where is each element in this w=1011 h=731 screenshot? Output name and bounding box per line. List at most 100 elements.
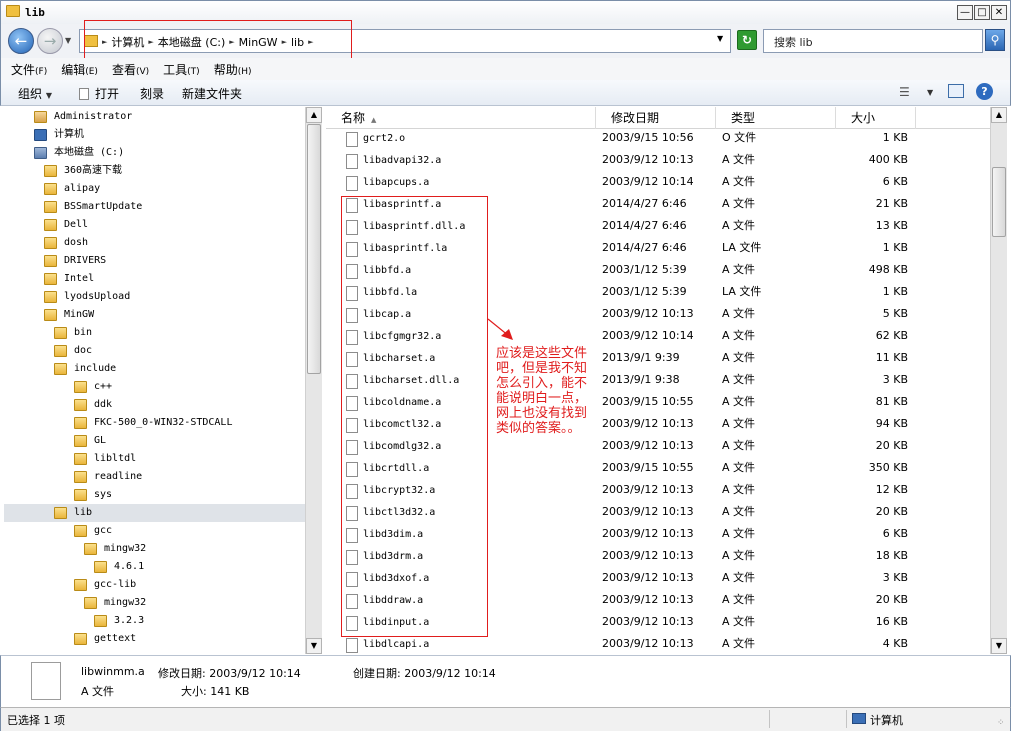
tree-item[interactable]: libltdl bbox=[4, 450, 306, 468]
recent-pages-dropdown-icon[interactable]: ▼ bbox=[65, 36, 71, 45]
details-size: 大小: 141 KB bbox=[181, 685, 250, 698]
column-size[interactable]: 大小 bbox=[836, 107, 916, 129]
tree-item[interactable]: Dell bbox=[4, 216, 306, 234]
tree-item[interactable]: mingw32 bbox=[4, 540, 306, 558]
menu-bar: 文件(F) 编辑(E) 查看(V) 工具(T) 帮助(H) bbox=[0, 58, 1011, 80]
tree-item[interactable]: include bbox=[4, 360, 306, 378]
burn-button[interactable]: 刻录 bbox=[140, 85, 164, 102]
user-icon bbox=[34, 111, 47, 123]
tree-item-label: GL bbox=[94, 435, 107, 446]
file-date: 2013/9/1 9:38 bbox=[602, 373, 680, 386]
menu-file[interactable]: 文件(F) bbox=[11, 61, 47, 78]
tree-item[interactable]: doc bbox=[4, 342, 306, 360]
tree-item[interactable]: Intel bbox=[4, 270, 306, 288]
column-type[interactable]: 类型 bbox=[716, 107, 836, 129]
preview-pane-icon[interactable] bbox=[948, 84, 964, 98]
tree-item[interactable]: 3.2.3 bbox=[4, 612, 306, 630]
tree-item[interactable]: 本地磁盘 (C:) bbox=[4, 144, 306, 162]
file-date: 2014/4/27 6:46 bbox=[602, 197, 687, 210]
menu-tools[interactable]: 工具(T) bbox=[163, 61, 200, 78]
new-folder-button[interactable]: 新建文件夹 bbox=[182, 85, 242, 102]
file-date: 2003/9/12 10:13 bbox=[602, 593, 694, 606]
help-icon[interactable]: ? bbox=[976, 83, 993, 100]
resize-grip-icon[interactable]: ⁘ bbox=[997, 718, 1005, 728]
tree-item[interactable]: ddk bbox=[4, 396, 306, 414]
menu-edit[interactable]: 编辑(E) bbox=[61, 61, 98, 78]
column-name[interactable]: 名称 ▲ bbox=[326, 107, 596, 129]
tree-item[interactable]: bin bbox=[4, 324, 306, 342]
file-row[interactable]: gcrt2.o 2003/9/15 10:56 O 文件 1 KB bbox=[326, 130, 990, 152]
tree-item[interactable]: Administrator bbox=[4, 108, 306, 126]
file-icon bbox=[346, 154, 358, 169]
file-type: A 文件 bbox=[722, 307, 756, 320]
scroll-up-icon[interactable]: ▲ bbox=[991, 107, 1007, 123]
file-row[interactable]: libadvapi32.a 2003/9/12 10:13 A 文件 400 KB bbox=[326, 152, 990, 174]
tree-item[interactable]: lib bbox=[4, 504, 306, 522]
search-input[interactable]: 搜索 lib bbox=[763, 29, 983, 53]
tree-scrollbar[interactable]: ▲ ▼ bbox=[305, 107, 322, 654]
refresh-button[interactable]: ↻ bbox=[737, 30, 757, 50]
tree-item[interactable]: GL bbox=[4, 432, 306, 450]
tree-item[interactable]: dosh bbox=[4, 234, 306, 252]
tree-item-label: mingw32 bbox=[104, 543, 147, 554]
tree-item[interactable]: 4.6.1 bbox=[4, 558, 306, 576]
scroll-down-icon[interactable]: ▼ bbox=[306, 638, 322, 654]
folder-icon bbox=[74, 633, 87, 645]
file-size: 3 KB bbox=[882, 373, 908, 386]
scroll-down-icon[interactable]: ▼ bbox=[991, 638, 1007, 654]
tree-item[interactable]: BSSmartUpdate bbox=[4, 198, 306, 216]
file-row[interactable]: libapcups.a 2003/9/12 10:14 A 文件 6 KB bbox=[326, 174, 990, 196]
menu-help[interactable]: 帮助(H) bbox=[214, 61, 252, 78]
minimize-button[interactable]: — bbox=[957, 5, 973, 20]
list-scrollbar[interactable]: ▲ ▼ bbox=[990, 107, 1007, 654]
file-large-icon bbox=[31, 662, 61, 700]
tree-item[interactable]: gcc bbox=[4, 522, 306, 540]
drive-icon bbox=[34, 147, 47, 159]
file-type: O 文件 bbox=[722, 131, 757, 144]
file-date: 2003/9/12 10:13 bbox=[602, 153, 694, 166]
file-type: A 文件 bbox=[722, 527, 756, 540]
open-button[interactable]: 打开 bbox=[79, 85, 119, 102]
window-title: lib bbox=[25, 6, 45, 19]
forward-button[interactable]: → bbox=[37, 28, 63, 54]
close-button[interactable]: ✕ bbox=[991, 5, 1007, 20]
menu-view[interactable]: 查看(V) bbox=[112, 61, 149, 78]
file-date: 2003/9/12 10:13 bbox=[602, 637, 694, 650]
tree-item[interactable]: alipay bbox=[4, 180, 306, 198]
search-icon[interactable]: ⚲ bbox=[985, 29, 1005, 51]
file-row[interactable]: libdlcapi.a 2003/9/12 10:13 A 文件 4 KB bbox=[326, 636, 990, 654]
folder-icon bbox=[74, 525, 87, 537]
tree-item[interactable]: readline bbox=[4, 468, 306, 486]
organize-button[interactable]: 组织 ▼ bbox=[18, 85, 52, 102]
file-type: A 文件 bbox=[722, 219, 756, 232]
scroll-up-icon[interactable]: ▲ bbox=[306, 107, 322, 123]
view-dropdown-icon[interactable]: ▼ bbox=[927, 88, 933, 97]
view-options-icon[interactable]: ☰ bbox=[899, 85, 910, 99]
tree-item[interactable]: DRIVERS bbox=[4, 252, 306, 270]
tree-item[interactable]: MinGW bbox=[4, 306, 306, 324]
folder-icon bbox=[54, 327, 67, 339]
column-date[interactable]: 修改日期 bbox=[596, 107, 716, 129]
details-modified: 修改日期: 2003/9/12 10:14 bbox=[158, 667, 301, 680]
tree-item[interactable]: gettext bbox=[4, 630, 306, 648]
tree-item[interactable]: FKC-500_0-WIN32-STDCALL bbox=[4, 414, 306, 432]
tree-scroll-thumb[interactable] bbox=[307, 124, 321, 374]
tree-item[interactable]: gcc-lib bbox=[4, 576, 306, 594]
back-button[interactable]: ← bbox=[8, 28, 34, 54]
tree-item-label: MinGW bbox=[64, 309, 95, 320]
file-size: 1 KB bbox=[882, 241, 908, 254]
file-size: 498 KB bbox=[868, 263, 908, 276]
list-scroll-thumb[interactable] bbox=[992, 167, 1006, 237]
tree-item[interactable]: c++ bbox=[4, 378, 306, 396]
tree-item[interactable]: 360高速下载 bbox=[4, 162, 306, 180]
address-history-dropdown-icon[interactable]: ▼ bbox=[717, 34, 723, 43]
folder-icon bbox=[44, 309, 57, 321]
file-size: 16 KB bbox=[875, 615, 908, 628]
tree-item[interactable]: sys bbox=[4, 486, 306, 504]
tree-item[interactable]: lyodsUpload bbox=[4, 288, 306, 306]
tree-item[interactable]: 计算机 bbox=[4, 126, 306, 144]
folder-icon bbox=[74, 579, 87, 591]
maximize-button[interactable]: □ bbox=[974, 5, 990, 20]
tree-item[interactable]: mingw32 bbox=[4, 594, 306, 612]
file-date: 2003/9/12 10:13 bbox=[602, 307, 694, 320]
